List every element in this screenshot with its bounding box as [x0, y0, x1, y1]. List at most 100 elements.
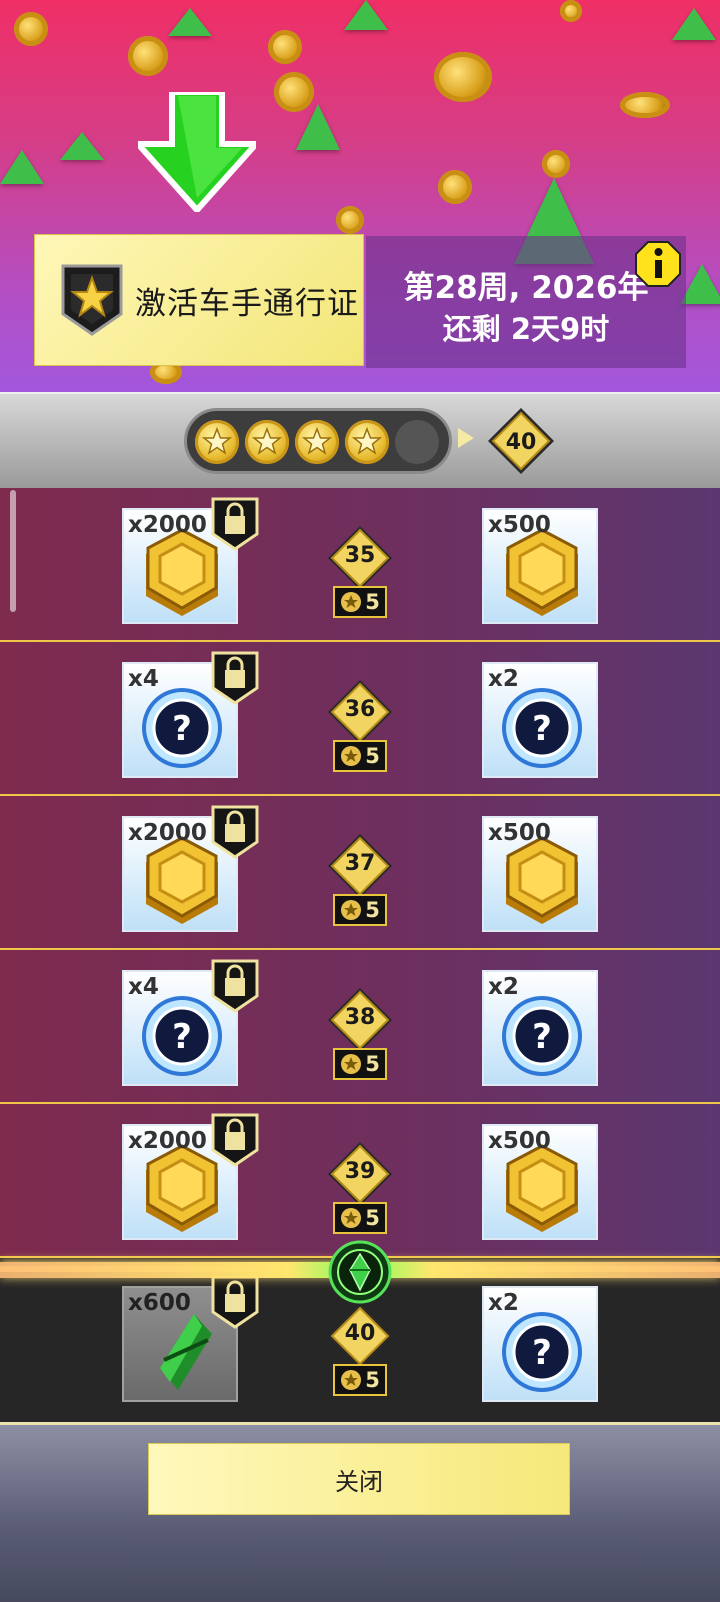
- gold-coin-icon: [506, 836, 578, 924]
- star-coin-icon: [341, 1208, 362, 1228]
- coin-icon: [336, 206, 364, 234]
- gold-coin-icon: [506, 1144, 578, 1232]
- star-cost: 5: [365, 1052, 380, 1076]
- lock-icon: [211, 805, 259, 859]
- level-number: 35: [344, 543, 376, 568]
- tier-row-39: x2000 39 5 x500: [0, 1104, 720, 1258]
- free-reward-tile[interactable]: x500: [482, 508, 598, 624]
- mystery-box-icon: ?: [502, 688, 582, 768]
- reward-quantity: x2: [488, 666, 519, 692]
- reward-quantity: x500: [488, 512, 551, 538]
- coin-icon: [268, 30, 302, 64]
- svg-text:?: ?: [532, 1333, 552, 1373]
- header-banner: 激活车手通行证 第28周, 2026年 还剩 2天9时: [0, 0, 720, 392]
- svg-text:?: ?: [532, 709, 552, 749]
- footer-bar: 关闭: [0, 1422, 720, 1602]
- reward-quantity: x500: [488, 820, 551, 846]
- coin-icon: [14, 12, 48, 46]
- star-coin-icon: [341, 1054, 362, 1074]
- star-shield-icon: [61, 264, 123, 336]
- reward-quantity: x4: [128, 666, 159, 692]
- svg-text:?: ?: [172, 1017, 192, 1057]
- star-cost: 5: [365, 590, 380, 614]
- star-progress-strip: 40: [0, 392, 720, 488]
- lock-icon: [211, 1275, 259, 1329]
- coin-icon: [620, 92, 670, 118]
- tier-row-36: x4 ? 36 5 x2 ?: [0, 642, 720, 796]
- list-scrollbar[interactable]: [10, 490, 16, 612]
- star-cost: 5: [365, 744, 380, 768]
- coin-icon: [434, 52, 492, 102]
- reward-quantity: x2: [488, 974, 519, 1000]
- activate-label: 激活车手通行证: [135, 285, 359, 322]
- star-progress-pill: [184, 408, 452, 474]
- free-reward-tile[interactable]: x2 ?: [482, 662, 598, 778]
- star-cost: 5: [365, 1206, 380, 1230]
- gem-icon: [296, 104, 340, 150]
- lock-icon: [211, 497, 259, 551]
- reward-quantity: x2000: [128, 512, 207, 538]
- level-number: 36: [344, 697, 376, 722]
- earned-star-icon: [295, 420, 339, 464]
- star-cost-badge: 5: [333, 1202, 387, 1234]
- gem-icon: [60, 132, 104, 160]
- level-number: 40: [344, 1321, 376, 1346]
- earned-star-icon: [345, 420, 389, 464]
- free-reward-tile[interactable]: x2 ?: [482, 1286, 598, 1402]
- star-cost: 5: [365, 1368, 380, 1392]
- gem-icon: [344, 0, 388, 30]
- coin-icon: [128, 36, 168, 76]
- level-number: 37: [344, 851, 376, 876]
- star-coin-icon: [341, 746, 362, 766]
- goal-level-number: 40: [506, 430, 537, 455]
- gem-icon: [680, 264, 720, 304]
- star-cost-badge: 5: [333, 586, 387, 618]
- reward-quantity: x2000: [128, 1128, 207, 1154]
- svg-text:?: ?: [172, 709, 192, 749]
- star-coin-icon: [341, 592, 362, 612]
- level-number: 39: [344, 1159, 376, 1184]
- star-coin-icon: [341, 900, 362, 920]
- svg-text:?: ?: [532, 1017, 552, 1057]
- gold-coin-icon: [506, 528, 578, 616]
- gem-icon: [0, 150, 44, 184]
- next-arrow-icon: [458, 428, 474, 448]
- star-cost: 5: [365, 898, 380, 922]
- star-cost-badge: 5: [333, 1364, 387, 1396]
- free-reward-tile[interactable]: x500: [482, 816, 598, 932]
- level-number: 38: [344, 1005, 376, 1030]
- free-reward-tile[interactable]: x500: [482, 1124, 598, 1240]
- reward-quantity: x600: [128, 1290, 191, 1316]
- tier-row-37: x2000 37 5 x500: [0, 796, 720, 950]
- coin-icon: [560, 0, 582, 22]
- star-cost-badge: 5: [333, 894, 387, 926]
- gem-icon: [168, 8, 212, 36]
- tier-row-38: x4 ? 38 5 x2 ?: [0, 950, 720, 1104]
- gem-icon: [672, 8, 716, 40]
- time-remaining: 还剩 2天9时: [442, 312, 610, 346]
- lock-icon: [211, 959, 259, 1013]
- goal-level-diamond: 40: [488, 408, 554, 474]
- coin-icon: [542, 150, 570, 178]
- reward-quantity: x2000: [128, 820, 207, 846]
- reward-quantity: x2: [488, 1290, 519, 1316]
- lock-icon: [211, 1113, 259, 1167]
- lock-icon: [211, 651, 259, 705]
- mystery-box-icon: ?: [502, 1312, 582, 1392]
- reward-quantity: x4: [128, 974, 159, 1000]
- tier-row-35: x2000 35 5 x500: [0, 488, 720, 642]
- earned-star-icon: [245, 420, 289, 464]
- mystery-box-icon: ?: [502, 996, 582, 1076]
- star-cost-badge: 5: [333, 740, 387, 772]
- reward-quantity: x500: [488, 1128, 551, 1154]
- star-coin-icon: [341, 1370, 362, 1390]
- info-icon[interactable]: [634, 240, 682, 288]
- arrow-down-icon: [138, 92, 256, 212]
- star-cost-badge: 5: [333, 1048, 387, 1080]
- activate-driver-pass-button[interactable]: 激活车手通行证: [34, 234, 364, 366]
- free-reward-tile[interactable]: x2 ?: [482, 970, 598, 1086]
- coin-icon: [438, 170, 472, 204]
- current-position-gem-icon: [328, 1240, 392, 1304]
- close-button[interactable]: 关闭: [148, 1443, 570, 1515]
- empty-star-slot: [395, 420, 439, 464]
